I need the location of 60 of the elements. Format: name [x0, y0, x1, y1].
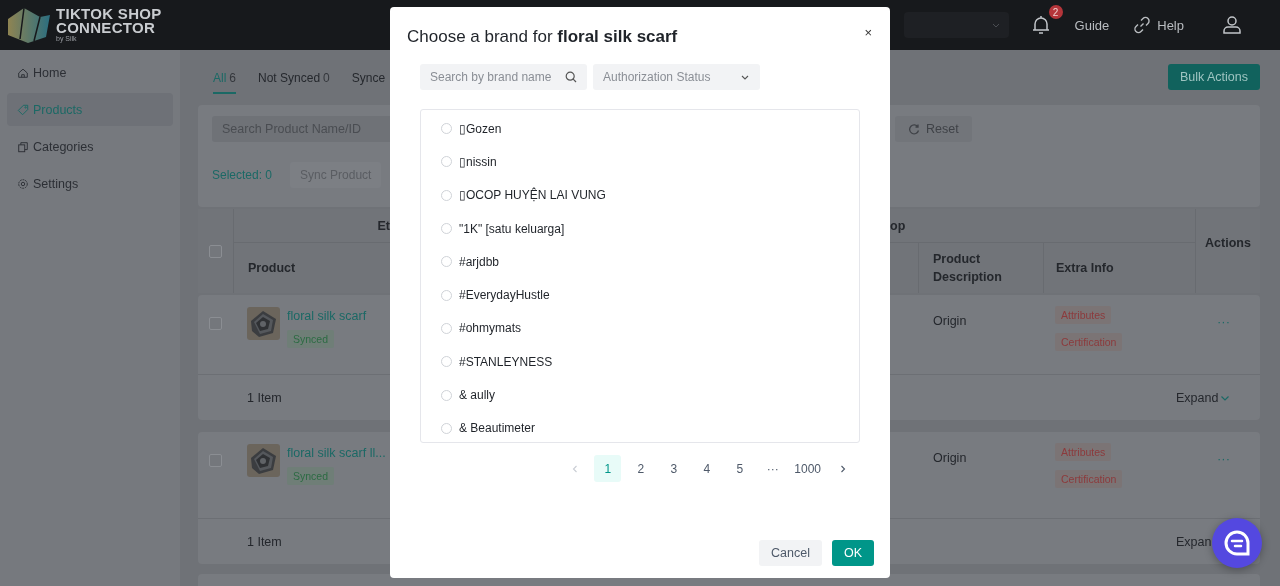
brand-option[interactable]: "1K" [satu keluarga] [421, 211, 859, 246]
cancel-button[interactable]: Cancel [759, 540, 822, 566]
extra-info-tag: Certification [1055, 333, 1123, 351]
brand-option[interactable]: #arjdbb [421, 245, 859, 279]
copy-icon [17, 140, 29, 153]
logo-icon [6, 5, 52, 45]
column-header: Extra Info [1056, 260, 1114, 277]
close-button[interactable]: × [862, 25, 874, 40]
tag-icon [17, 103, 29, 116]
page-button[interactable]: 3 [660, 455, 688, 482]
page-button[interactable]: ··· [759, 455, 787, 482]
item-count: 1 Item [247, 390, 282, 405]
logo-text: CONNECTOR [56, 21, 157, 35]
notification-badge: 2 [1048, 5, 1063, 19]
user-icon[interactable] [1222, 15, 1242, 35]
table-cell-text: Origin [932, 451, 968, 467]
page-button[interactable]: 5 [726, 455, 754, 482]
brand-option[interactable]: ▯nissin [421, 145, 859, 179]
brand-option[interactable]: #ohmymats [421, 311, 859, 346]
brand-option[interactable]: & Beautimeter [421, 411, 859, 445]
brand-search-field[interactable]: Search by brand name [420, 64, 587, 90]
shop-select[interactable] [903, 12, 1009, 38]
extra-info-tag: Attributes [1055, 306, 1112, 324]
bulk-actions-button[interactable]: Bulk Actions [1167, 64, 1260, 90]
item-count: 1 Item [247, 534, 282, 549]
home-icon [17, 66, 29, 79]
checkbox[interactable] [209, 244, 222, 258]
page-button[interactable]: 1000 [792, 455, 823, 482]
selected-count: Selected: 0 [212, 168, 273, 182]
extra-info-tag: Attributes [1055, 443, 1112, 461]
page-button[interactable]: 4 [693, 455, 721, 482]
bell-icon[interactable] [1030, 14, 1051, 36]
brand-option[interactable]: #STANLEYNESS [421, 345, 859, 379]
gear-icon [17, 177, 29, 190]
status-tag: Synced [287, 330, 335, 348]
column-header: Product Description [933, 251, 1003, 286]
extra-info-tag: Certification [1055, 470, 1123, 488]
modal-title: Choose a brand for floral silk scarf [407, 27, 679, 47]
guide-link[interactable]: Guide [1074, 17, 1110, 33]
link-icon [1133, 16, 1152, 34]
chat-icon [1222, 528, 1252, 558]
brand-option[interactable]: ▯Gozen [421, 112, 859, 146]
column-header: Actions [1205, 235, 1251, 252]
expand-button[interactable]: Expan [1176, 534, 1212, 549]
expand-button[interactable]: Expand [1176, 390, 1231, 405]
page-button[interactable]: 2 [627, 455, 655, 482]
brand-option[interactable]: ▯OCOP HUYỆN LAI VUNG [421, 178, 859, 212]
table-cell-text: Origin [932, 314, 968, 330]
logo-text: TIKTOK SHOP [56, 7, 162, 21]
column-header: Product [248, 261, 296, 275]
help-link[interactable]: Help [1133, 16, 1184, 34]
page-button[interactable]: 1 [594, 455, 622, 482]
brand-option[interactable]: #EverydayHustle [421, 278, 859, 312]
brand-option[interactable]: & aully [421, 378, 859, 412]
refresh-icon [908, 123, 920, 135]
ok-button[interactable]: OK [831, 540, 874, 566]
column-group-header: op [890, 218, 906, 233]
search-icon [565, 71, 577, 83]
column-group-header: Et [377, 218, 390, 233]
status-tag: Synced [287, 467, 335, 485]
